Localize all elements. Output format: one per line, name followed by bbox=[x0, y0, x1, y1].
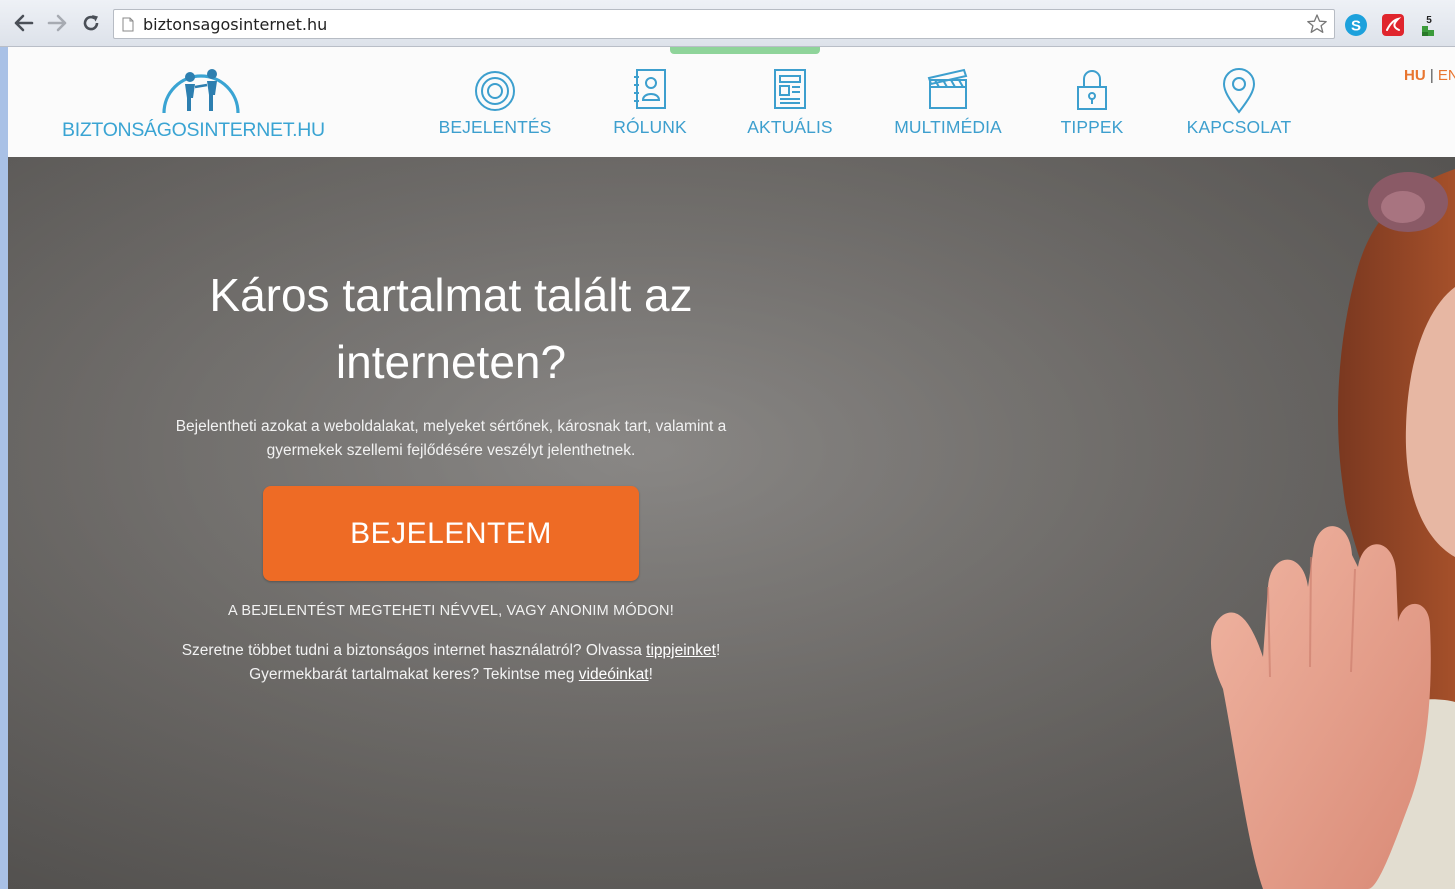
more-line2-end: ! bbox=[648, 666, 653, 683]
lang-separator: | bbox=[1429, 67, 1434, 84]
language-switcher: HU | EN bbox=[1404, 67, 1455, 84]
nav-item-multimedia[interactable]: MULTIMÉDIA bbox=[886, 67, 1010, 138]
nav-label: TIPPEK bbox=[1060, 117, 1124, 137]
hero-section: Káros tartalmat talált az interneten? Be… bbox=[8, 157, 1455, 889]
contact-book-icon bbox=[634, 69, 666, 109]
forward-arrow-icon[interactable] bbox=[46, 12, 68, 34]
more-line2-text: Gyermekbarát tartalmakat keres? Tekintse… bbox=[249, 666, 579, 683]
browser-toolbar: biztonsagosinternet.hu S 5 bbox=[0, 0, 1455, 47]
nav-label: KAPCSOLAT bbox=[1186, 117, 1292, 137]
logo-mark-icon[interactable] bbox=[160, 55, 242, 120]
hero-content: Káros tartalmat talált az interneten? Be… bbox=[153, 262, 749, 687]
counter-icon[interactable]: 5 bbox=[1418, 14, 1440, 36]
pdf-reader-icon[interactable] bbox=[1382, 14, 1404, 36]
nav-label: RÓLUNK bbox=[613, 117, 687, 137]
svg-text:S: S bbox=[1351, 18, 1361, 35]
more-line1-end: ! bbox=[715, 642, 721, 659]
nav-item-aktualis[interactable]: AKTUÁLIS bbox=[740, 67, 840, 138]
nav-item-rolunk[interactable]: RÓLUNK bbox=[600, 67, 700, 138]
videos-link[interactable]: videóinkat bbox=[579, 666, 649, 683]
nav-item-bejelentes[interactable]: BEJELENTÉS bbox=[435, 67, 555, 138]
report-button[interactable]: BEJELENTEM bbox=[263, 486, 639, 581]
lang-en[interactable]: EN bbox=[1438, 67, 1455, 84]
nav-label: BEJELENTÉS bbox=[438, 117, 552, 137]
header-accent-tab bbox=[670, 47, 820, 54]
page-icon bbox=[122, 17, 134, 37]
padlock-icon bbox=[1077, 70, 1107, 110]
more-line1-text: Szeretne többet tudni a biztonságos inte… bbox=[181, 642, 647, 659]
hero-headline: Káros tartalmat talált az interneten? bbox=[209, 269, 693, 388]
newspaper-icon bbox=[774, 69, 806, 109]
map-pin-icon bbox=[1222, 68, 1256, 114]
tips-link[interactable]: tippjeinket bbox=[646, 642, 716, 659]
site-header: BIZTONSÁGOSINTERNET.HU BEJELENTÉS RÓLUNK… bbox=[8, 47, 1455, 157]
address-bar[interactable]: biztonsagosinternet.hu bbox=[113, 9, 1335, 39]
back-arrow-icon[interactable] bbox=[13, 12, 35, 34]
nav-label: AKTUÁLIS bbox=[747, 117, 833, 137]
nav-item-kapcsolat[interactable]: KAPCSOLAT bbox=[1176, 67, 1302, 138]
nav-label: MULTIMÉDIA bbox=[894, 117, 1002, 137]
skype-icon[interactable]: S bbox=[1345, 14, 1367, 36]
nav-item-tippek[interactable]: TIPPEK bbox=[1050, 67, 1134, 138]
target-icon bbox=[475, 71, 515, 111]
bookmark-star-icon[interactable] bbox=[1306, 13, 1328, 40]
logo-text[interactable]: BIZTONSÁGOSINTERNET.HU bbox=[62, 119, 325, 142]
clapperboard-icon bbox=[927, 68, 968, 109]
url-text: biztonsagosinternet.hu bbox=[143, 15, 328, 34]
anonymous-note: A BEJELENTÉST MEGTEHETI NÉVVEL, VAGY ANO… bbox=[228, 603, 674, 619]
reload-icon[interactable] bbox=[80, 12, 102, 34]
counter-badge-value: 5 bbox=[1426, 15, 1432, 26]
hero-lead-text: Bejelentheti azokat a weboldalakat, mely… bbox=[175, 418, 727, 459]
more-info-text: Szeretne többet tudni a biztonságos inte… bbox=[153, 639, 749, 687]
lang-hu[interactable]: HU bbox=[1404, 67, 1426, 84]
